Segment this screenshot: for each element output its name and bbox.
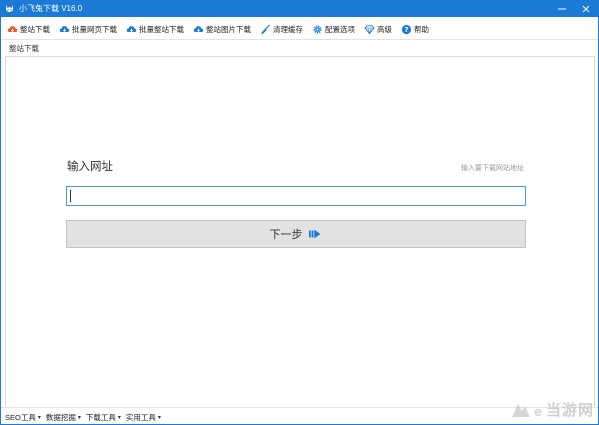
toolbar-help[interactable]: ? 帮助 bbox=[401, 21, 429, 37]
toolbar-batch-page-download[interactable]: 批量网页下载 bbox=[59, 21, 117, 37]
tab-site-download[interactable]: 整站下载 bbox=[9, 43, 39, 54]
arrow-right-icon bbox=[308, 227, 323, 241]
toolbar-label: 批量网页下载 bbox=[72, 24, 117, 34]
panel-border bbox=[5, 56, 595, 57]
toolbar-label: 整站下载 bbox=[20, 24, 50, 34]
panel-border-right bbox=[594, 56, 595, 408]
url-input[interactable] bbox=[66, 186, 526, 206]
url-section-title: 输入网址 bbox=[67, 161, 113, 173]
main-toolbar: 整站下载 批量网页下载 批量整站下载 整站图片下载 清理缓存 配置选项 高级 ?… bbox=[1, 19, 598, 39]
broom-icon bbox=[260, 24, 271, 35]
caret-down-icon: ▾ bbox=[117, 414, 121, 421]
cloud-download-icon bbox=[193, 24, 204, 35]
rabbit-logo-icon bbox=[4, 4, 15, 15]
tab-bar: 整站下载 bbox=[1, 41, 598, 55]
help-icon: ? bbox=[401, 24, 412, 35]
caret-down-icon: ▾ bbox=[77, 414, 81, 421]
diamond-icon bbox=[364, 24, 375, 35]
toolbar-label: 清理缓存 bbox=[273, 24, 303, 34]
watermark-text: 当游网 bbox=[545, 402, 594, 419]
menu-label: SEO工具 bbox=[5, 412, 36, 422]
cloud-download-icon bbox=[59, 24, 70, 35]
panel-border-left bbox=[5, 56, 6, 408]
caret-down-icon: ▾ bbox=[157, 414, 161, 421]
caret-down-icon: ▾ bbox=[37, 414, 41, 421]
toolbar-clear-cache[interactable]: 清理缓存 bbox=[260, 21, 303, 37]
toolbar-label: 高级 bbox=[377, 24, 392, 34]
toolbar-settings[interactable]: 配置选项 bbox=[312, 21, 355, 37]
menu-label: 下载工具 bbox=[85, 412, 116, 422]
watermark-logo-icon: e bbox=[511, 403, 542, 419]
site-watermark: e 当游网 bbox=[510, 399, 594, 420]
app-window: 小飞兔下载 V16.0 整站下载 批量网页下载 批量整站下载 整站图片下载 清理… bbox=[0, 0, 599, 425]
toolbar-batch-site-download[interactable]: 批量整站下载 bbox=[126, 21, 184, 37]
toolbar-site-image-download[interactable]: 整站图片下载 bbox=[193, 21, 251, 37]
toolbar-site-download[interactable]: 整站下载 bbox=[7, 21, 50, 37]
menu-utility-tools[interactable]: 实用工具 ▾ bbox=[126, 412, 161, 423]
menu-seo-tools[interactable]: SEO工具 ▾ bbox=[5, 412, 41, 423]
menu-data-mining[interactable]: 数据挖掘 ▾ bbox=[46, 412, 81, 423]
next-step-label: 下一步 bbox=[269, 229, 303, 241]
cloud-download-icon bbox=[126, 24, 137, 35]
toolbar-label: 批量整站下载 bbox=[139, 24, 184, 34]
toolbar-advanced[interactable]: 高级 bbox=[364, 21, 392, 37]
close-button[interactable] bbox=[574, 1, 598, 17]
menu-label: 数据挖掘 bbox=[45, 412, 76, 422]
gear-icon bbox=[312, 24, 323, 35]
menu-label: 实用工具 bbox=[125, 412, 156, 422]
svg-text:?: ? bbox=[404, 26, 408, 34]
toolbar-label: 配置选项 bbox=[325, 24, 355, 34]
svg-text:e: e bbox=[534, 405, 542, 419]
url-hint: 输入要下载网站地址 bbox=[461, 165, 524, 172]
cloud-download-icon bbox=[7, 24, 18, 35]
toolbar-label: 帮助 bbox=[414, 24, 429, 34]
toolbar-divider bbox=[1, 39, 598, 40]
title-bar[interactable]: 小飞兔下载 V16.0 bbox=[1, 1, 598, 17]
text-caret bbox=[70, 190, 71, 202]
bottom-menu-bar: SEO工具 ▾ 数据挖掘 ▾ 下载工具 ▾ 实用工具 ▾ bbox=[1, 409, 598, 425]
window-title: 小飞兔下载 V16.0 bbox=[19, 4, 83, 13]
menu-download-tools[interactable]: 下载工具 ▾ bbox=[86, 412, 121, 423]
bottom-divider bbox=[1, 407, 598, 408]
next-step-button[interactable]: 下一步 bbox=[66, 220, 526, 248]
toolbar-label: 整站图片下载 bbox=[206, 24, 251, 34]
minimize-button[interactable] bbox=[550, 1, 574, 17]
